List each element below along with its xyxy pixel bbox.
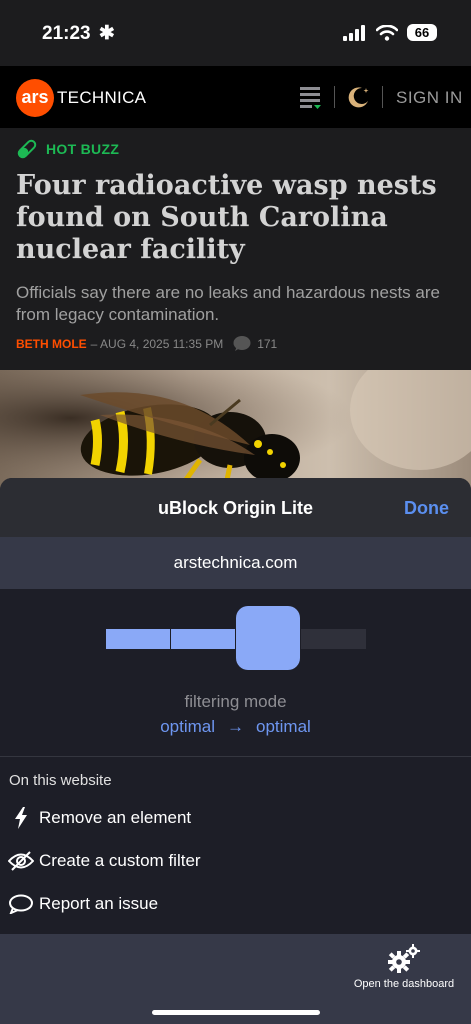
home-indicator[interactable] [152,1010,320,1015]
header-divider [382,86,383,108]
action-label: Report an issue [39,894,159,913]
sheet-title: uBlock Origin Lite [157,498,313,518]
action-label: Remove an element [39,808,192,827]
divider [0,756,471,757]
section-label: On this website [9,772,112,789]
article-hero-image [0,370,471,490]
pill-icon [17,139,37,159]
ublock-popup-sheet: uBlock Origin Lite Done arstechnica.com … [0,478,471,1024]
filtering-mode-slider[interactable] [0,589,471,679]
hostname-bar: arstechnica.com [0,537,471,589]
action-label: Create a custom filter [39,851,201,870]
slider-segment[interactable] [171,629,235,649]
bolt-icon [8,806,34,830]
filtering-mode-values: optimal → optimal [0,717,471,737]
article-date: – AUG 4, 2025 11:35 PM [90,337,224,351]
comment-icon[interactable] [233,336,251,352]
cellular-signal-icon [343,24,365,41]
done-button[interactable]: Done [404,498,449,519]
category-tag[interactable]: HOT BUZZ [16,138,119,160]
wifi-icon [376,24,398,41]
asterisk-icon: ✱ [98,23,115,44]
comment-count[interactable]: 171 [257,337,277,351]
wasp-image [0,370,471,490]
battery-icon: 66 [407,24,437,41]
status-bar: 21:23 ✱ 66 [0,0,471,66]
arrow-icon: → [227,717,244,736]
sign-in-link[interactable]: SIGN IN [396,88,463,108]
site-header: ars TECHNICA SIGN IN [0,66,471,128]
gears-icon [388,944,420,973]
mode-to: optimal [256,717,311,736]
status-icons: 66 [343,24,437,41]
filtering-mode-label: filtering mode [184,692,287,711]
slider-segment[interactable] [301,629,366,649]
article-headline[interactable]: Four radioactive wasp nests found on Sou… [16,170,456,266]
dashboard-label: Open the dashboard [353,978,455,990]
sheet-header: uBlock Origin Lite Done [0,478,471,537]
ars-logo[interactable]: ars [16,79,54,117]
slider-knob[interactable] [236,606,300,670]
mode-from: optimal [160,717,215,736]
eye-slash-icon [8,849,34,873]
author-link[interactable]: BETH MOLE [16,337,87,351]
status-time: 21:23 ✱ [42,23,115,44]
remove-element-action[interactable]: Remove an element [8,806,191,830]
menu-icon[interactable] [299,85,323,109]
article-subtitle: Officials say there are no leaks and haz… [16,283,440,324]
open-dashboard-button[interactable]: Open the dashboard [349,944,459,996]
slider-segment[interactable] [106,629,170,649]
report-issue-action[interactable]: Report an issue [8,892,158,916]
create-custom-filter-action[interactable]: Create a custom filter [8,849,201,873]
header-divider [334,86,335,108]
byline: BETH MOLE – AUG 4, 2025 11:35 PM 171 [16,336,277,352]
moon-icon[interactable] [347,85,371,109]
category-label: HOT BUZZ [46,141,120,157]
hostname: arstechnica.com [173,553,298,572]
ars-wordmark[interactable]: TECHNICA [57,88,146,108]
speech-bubble-icon [8,892,34,916]
article-header: HOT BUZZ Four radioactive wasp nests fou… [0,128,471,370]
